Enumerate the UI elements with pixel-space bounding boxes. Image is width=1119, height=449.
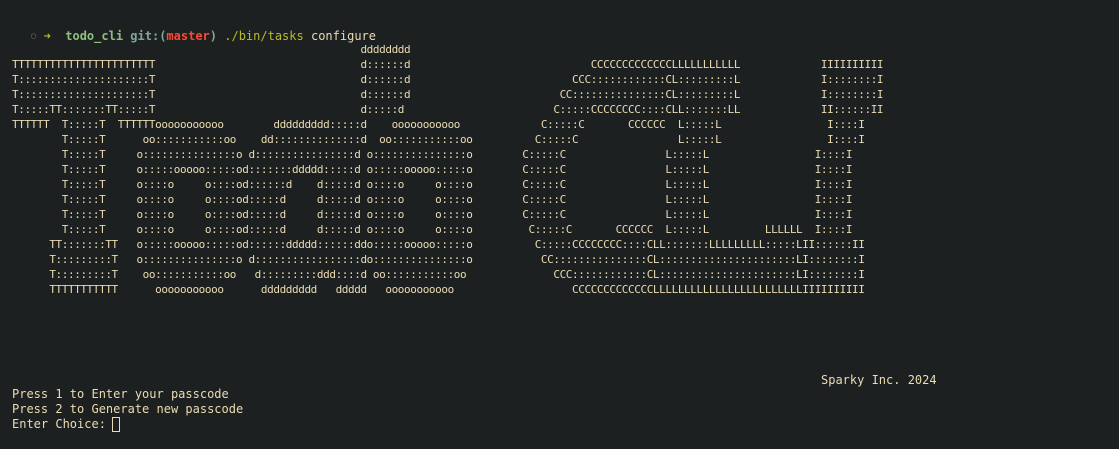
ascii-art-line: T:::::::::::::::::::::T d::::::d CC:::::… [12,88,884,101]
ascii-art-line: T:::::T o::::o o::::od:::::d d:::::d o::… [12,223,853,236]
terminal-window[interactable]: ○ ➜ todo_cli git:(master) ./bin/tasks co… [0,0,1119,449]
branch-paren-close: ) [209,29,218,43]
menu-option-enter-passcode: Press 1 to Enter your passcode [12,387,229,401]
menu-option-generate-passcode: Press 2 to Generate new passcode [12,402,244,416]
ascii-art-line: T:::::T oo:::::::::::oo dd::::::::::::::… [12,133,865,146]
ascii-art-line: T:::::::::T oo:::::::::::oo d:::::::::dd… [12,268,865,281]
ascii-art-line: TT:::::::TT o:::::ooooo:::::od::::::dddd… [12,238,865,251]
ascii-art-line: TTTTTT T:::::T TTTTTTooooooooooo ddddddd… [12,118,865,131]
ascii-art-line: T:::::T o::::o o::::od:::::d d:::::d o::… [12,193,853,206]
command-path: ./bin/tasks [224,29,304,43]
ascii-art-line: T:::::T o::::o o::::od::::::d d:::::d o:… [12,178,853,191]
text-cursor[interactable] [111,417,120,432]
shell-prompt: ○ ➜ todo_cli git:(master) ./bin/tasks co… [2,12,376,43]
ascii-art-line: T:::::T o::::o o::::od:::::d d:::::d o::… [12,208,853,221]
prompt-arrow-icon: ➜ [43,29,51,43]
ascii-art-line: T:::::T o:::::ooooo:::::od:::::::ddddd::… [12,163,853,176]
ascii-art-line: TTTTTTTTTTTTTTTTTTTTTTT d::::::d CCCCCCC… [12,58,884,71]
choice-prompt-label: Enter Choice: [12,417,106,431]
ascii-art-line: dddddddd [12,43,411,56]
menu-options: Press 1 to Enter your passcode Press 2 t… [12,387,243,432]
ascii-art-line: T:::::T o:::::::::::::::o d:::::::::::::… [12,148,853,161]
ascii-art-line: T:::::::::T o:::::::::::::::o d:::::::::… [12,253,865,266]
current-directory: todo_cli [65,29,124,43]
company-tagline: Sparky Inc. 2024 [821,373,937,387]
command-argument: configure [310,29,376,43]
ascii-art-line: TTTTTTTTTTT ooooooooooo ddddddddd ddddd … [12,283,865,296]
ascii-art-line: T:::::::::::::::::::::T d::::::d CCC::::… [12,73,884,86]
ascii-art-line: T:::::TT:::::::TT:::::T d:::::d C:::::CC… [12,103,884,116]
ascii-art-banner: dddddddd TTTTTTTTTTTTTTTTTTTTTTT d::::::… [12,42,884,297]
status-circle-icon: ○ [30,31,37,42]
git-label: git: [130,29,160,43]
choice-input-line[interactable]: Enter Choice: [12,417,243,432]
git-branch: master [166,29,210,43]
